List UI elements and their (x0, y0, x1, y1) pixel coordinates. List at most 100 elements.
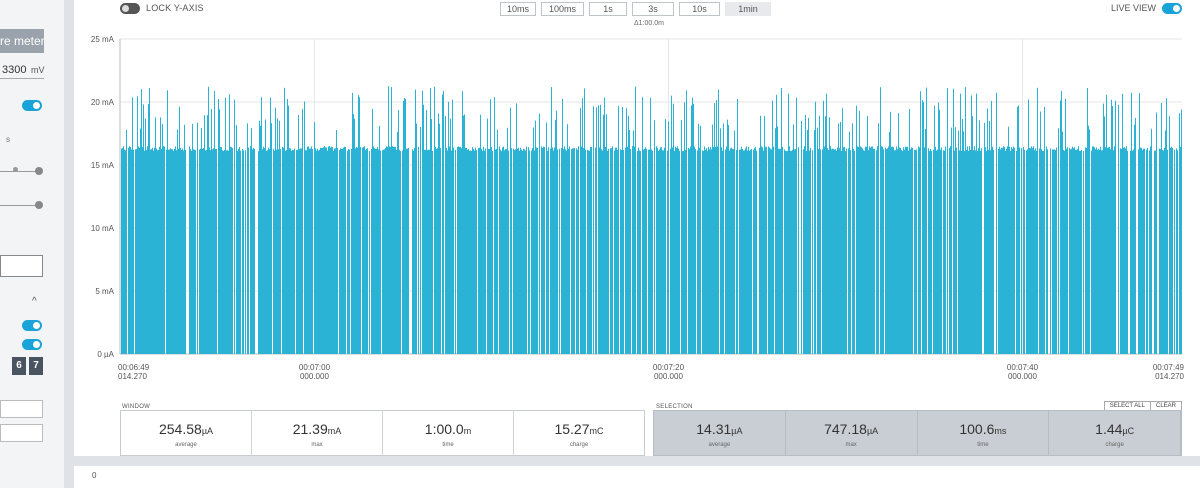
current-bar (972, 116, 973, 354)
current-bar (964, 151, 965, 354)
current-bar (791, 150, 792, 354)
current-bar (818, 149, 819, 354)
current-bar (524, 149, 525, 354)
export-field-2[interactable] (0, 424, 43, 442)
current-bar (908, 150, 909, 354)
sampling-slider-track[interactable] (0, 171, 38, 172)
current-bar (1066, 148, 1067, 354)
current-bar (778, 148, 779, 354)
current-bar (225, 97, 226, 355)
current-bar (720, 128, 721, 354)
current-bar (497, 129, 498, 354)
current-bar (900, 147, 901, 354)
current-bar (973, 150, 974, 354)
sampling-slider-knob[interactable] (35, 167, 43, 175)
current-bar (137, 96, 138, 354)
current-bar (1159, 148, 1160, 354)
timestamps-toggle[interactable] (22, 339, 42, 350)
window-100ms-button[interactable]: 100ms (541, 2, 584, 16)
current-bar (557, 149, 558, 354)
y-tick-label: 25 mA (91, 35, 115, 44)
current-bar (773, 146, 774, 354)
chevron-up-icon[interactable]: ^ (32, 296, 37, 307)
current-bar (432, 151, 433, 354)
current-bar (685, 149, 686, 354)
current-bar (559, 148, 560, 354)
current-bar (838, 123, 839, 355)
current-bar (145, 118, 146, 355)
duration-slider-knob[interactable] (35, 201, 43, 209)
current-bar (1149, 150, 1150, 354)
current-bar (135, 149, 136, 354)
current-bar (1056, 147, 1057, 354)
current-bar (693, 103, 694, 354)
current-bar (155, 117, 156, 355)
current-bar (1061, 90, 1062, 354)
current-bar (298, 115, 299, 354)
window-1min-button[interactable]: 1min (725, 2, 771, 16)
digital-channel-6-button[interactable]: 6 (12, 357, 26, 375)
sidebar: re meter 3300 mV s ^ 6 7 (0, 0, 64, 488)
window-3s-button[interactable]: 3s (632, 2, 674, 16)
current-bar (531, 150, 532, 354)
current-bar (496, 148, 497, 354)
current-bar (635, 86, 636, 354)
current-bar (667, 150, 668, 354)
current-bar (184, 124, 185, 354)
current-bar (443, 91, 444, 355)
current-bar (324, 146, 325, 354)
current-bar (1085, 147, 1086, 354)
lock-y-axis-toggle[interactable] (120, 3, 140, 14)
current-bar (1118, 104, 1119, 354)
current-bar (352, 92, 353, 354)
sampling-input-box[interactable] (0, 255, 43, 277)
current-bar (926, 87, 927, 354)
current-bar (1029, 147, 1030, 354)
current-bar (1146, 149, 1147, 354)
power-meter-mode-button[interactable]: re meter (0, 29, 44, 53)
current-bar (171, 149, 172, 354)
current-bar (842, 108, 843, 354)
duration-slider-track[interactable] (0, 205, 38, 206)
current-bar (266, 150, 267, 354)
digital-channels-toggle[interactable] (22, 320, 42, 331)
current-bar (492, 151, 493, 354)
current-bar (1067, 147, 1068, 354)
export-field-1[interactable] (0, 400, 43, 418)
current-bar (1162, 149, 1163, 354)
current-bar (854, 150, 855, 354)
current-bar (639, 150, 640, 354)
current-bar (227, 150, 228, 354)
current-bar (599, 147, 600, 354)
current-bar (644, 148, 645, 354)
window-10s-button[interactable]: 10s (679, 2, 720, 16)
current-bar (894, 150, 895, 354)
current-bar (924, 147, 925, 354)
current-bar (533, 127, 534, 354)
selection-time-stat: 100.6ms time (918, 411, 1050, 455)
current-chart-svg[interactable]: 0 µA5 mA10 mA15 mA20 mA25 mA00:06:49014.… (74, 30, 1200, 385)
supply-voltage-value[interactable]: 3300 (2, 64, 26, 76)
current-bar (698, 123, 699, 354)
current-bar (891, 147, 892, 354)
current-bar (377, 146, 378, 354)
current-bar (552, 147, 553, 354)
current-bar (518, 147, 519, 354)
panel-divider (64, 0, 74, 488)
digital-channel-7-button[interactable]: 7 (29, 357, 43, 375)
window-1s-button[interactable]: 1s (589, 2, 627, 16)
window-10ms-button[interactable]: 10ms (500, 2, 536, 16)
current-bar (495, 149, 496, 354)
current-bar (374, 148, 375, 354)
current-bar (684, 102, 685, 355)
current-chart[interactable]: 0 µA 5 mA 10 mA 15 mA 20 mA 25 mA 00:06:49 014.… (74, 30, 1200, 385)
x-tick-fraction: 000.000 (300, 372, 329, 381)
current-bar (832, 148, 833, 354)
current-bar (534, 150, 535, 354)
current-bar (153, 150, 154, 354)
current-bar (376, 149, 377, 354)
current-bar (844, 146, 845, 354)
current-bar (899, 147, 900, 354)
live-view-toggle[interactable] (1162, 3, 1182, 14)
power-output-toggle[interactable] (22, 100, 42, 111)
